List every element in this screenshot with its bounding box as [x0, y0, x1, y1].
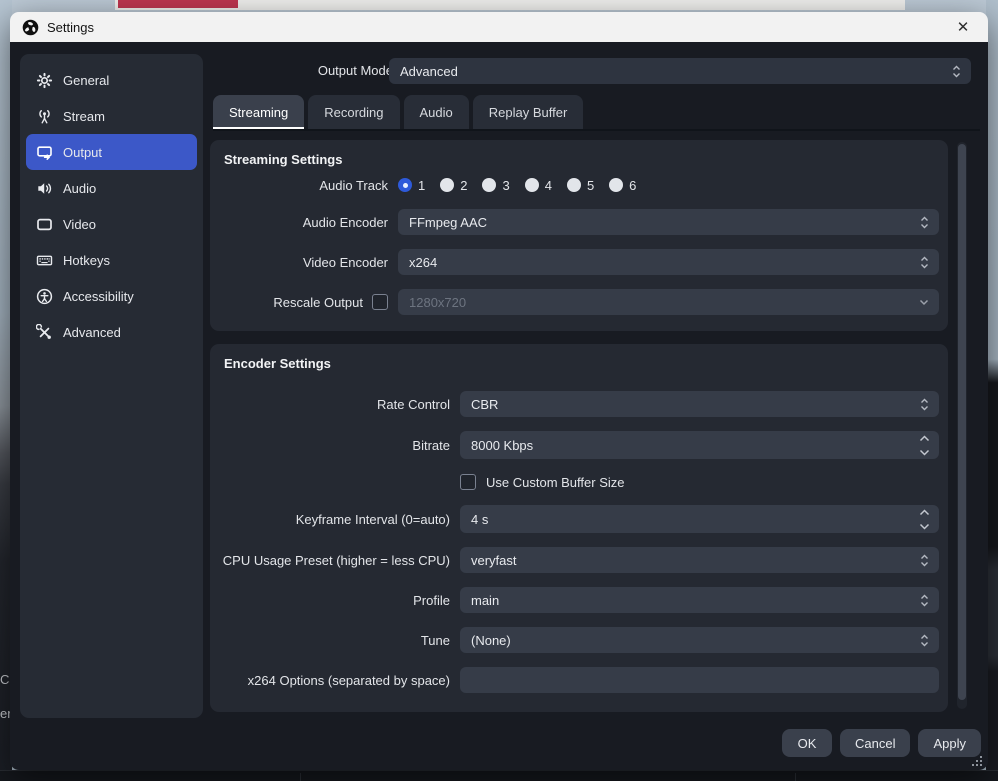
cancel-button[interactable]: Cancel [840, 729, 910, 757]
scrollbar-thumb[interactable] [958, 144, 966, 700]
audio-encoder-label: Audio Encoder [210, 215, 388, 230]
window-title: Settings [47, 20, 94, 35]
audio-track-label: Audio Track [210, 178, 388, 193]
tune-label: Tune [210, 633, 450, 648]
sidebar-item-label: Audio [63, 181, 96, 196]
spinner-arrows-icon[interactable] [947, 65, 965, 78]
keyframe-interval-spinbox[interactable]: 4 s [460, 505, 939, 533]
spinner-arrows-icon[interactable] [915, 554, 933, 567]
radio-icon[interactable] [609, 178, 623, 192]
radio-icon[interactable] [525, 178, 539, 192]
encoder-settings-panel: Encoder Settings Rate Control CBR Bitrat… [210, 344, 948, 712]
ok-button[interactable]: OK [782, 729, 832, 757]
spinner-arrows-icon[interactable] [915, 594, 933, 607]
radio-icon[interactable] [482, 178, 496, 192]
rescale-output-checkbox[interactable] [372, 294, 388, 310]
background-divider [795, 773, 796, 781]
settings-dialog: Settings ✕ General Stream Output Audio [10, 12, 988, 770]
sidebar-item-audio[interactable]: Audio [26, 170, 197, 206]
background-red-bar [118, 0, 238, 8]
rescale-output-label: Rescale Output [273, 295, 363, 310]
sidebar-item-label: Advanced [63, 325, 121, 340]
video-encoder-label: Video Encoder [210, 255, 388, 270]
spinner-arrows-icon[interactable] [915, 398, 933, 411]
spinner-arrows-icon[interactable] [915, 634, 933, 647]
custom-buffer-checkbox[interactable] [460, 474, 476, 490]
sidebar-item-video[interactable]: Video [26, 206, 197, 242]
spinner-arrows-icon[interactable] [915, 256, 933, 269]
sidebar-item-label: Video [63, 217, 96, 232]
sidebar-item-output[interactable]: Output [26, 134, 197, 170]
sidebar-item-hotkeys[interactable]: Hotkeys [26, 242, 197, 278]
resize-grip[interactable] [972, 756, 983, 767]
tab-recording[interactable]: Recording [308, 95, 399, 129]
radio-track-4[interactable]: 4 [525, 178, 552, 193]
vertical-scrollbar[interactable] [957, 142, 967, 709]
sidebar-item-label: Stream [63, 109, 105, 124]
speaker-icon [36, 180, 53, 197]
radio-track-1[interactable]: 1 [398, 178, 425, 193]
dialog-body: General Stream Output Audio Video Hotkey… [10, 42, 988, 770]
rescale-resolution-select[interactable]: 1280x720 [398, 289, 939, 315]
footer-buttons: OK Cancel Apply [10, 729, 981, 757]
output-tabbar: Streaming Recording Audio Replay Buffer [213, 95, 980, 131]
sidebar-item-label: Accessibility [63, 289, 134, 304]
broadcast-icon [36, 108, 53, 125]
audio-encoder-select[interactable]: FFmpeg AAC [398, 209, 939, 235]
display-icon [36, 216, 53, 233]
panel-title: Encoder Settings [224, 356, 948, 371]
titlebar[interactable]: Settings ✕ [10, 12, 988, 42]
output-mode-label: Output Mode [318, 58, 393, 84]
apply-button[interactable]: Apply [918, 729, 981, 757]
sidebar-item-label: Hotkeys [63, 253, 110, 268]
bitrate-spinbox[interactable]: 8000 Kbps [460, 431, 939, 459]
x264-options-field-wrap [460, 667, 939, 693]
radio-icon[interactable] [398, 178, 412, 192]
rate-control-label: Rate Control [210, 397, 450, 412]
keyboard-icon [36, 252, 53, 269]
bitrate-label: Bitrate [210, 438, 450, 453]
audio-track-radio-group: 1 2 3 4 5 6 [398, 178, 939, 193]
x264-options-input[interactable] [460, 667, 939, 693]
spinner-arrows-icon[interactable] [915, 435, 933, 456]
x264-options-label: x264 Options (separated by space) [210, 673, 450, 688]
sidebar-item-label: Output [63, 145, 102, 160]
background-divider [300, 773, 301, 781]
profile-select[interactable]: main [460, 587, 939, 613]
tools-icon [36, 324, 53, 341]
video-encoder-select[interactable]: x264 [398, 249, 939, 275]
keyframe-interval-label: Keyframe Interval (0=auto) [210, 512, 450, 527]
output-mode-row: Output Mode Advanced [10, 58, 988, 84]
radio-track-5[interactable]: 5 [567, 178, 594, 193]
sidebar: General Stream Output Audio Video Hotkey… [20, 54, 203, 718]
radio-track-3[interactable]: 3 [482, 178, 509, 193]
panel-title: Streaming Settings [224, 152, 948, 167]
chevron-down-icon[interactable] [915, 299, 933, 306]
streaming-settings-panel: Streaming Settings Audio Track 1 2 3 4 5… [210, 140, 948, 331]
radio-icon[interactable] [440, 178, 454, 192]
tune-select[interactable]: (None) [460, 627, 939, 653]
tab-replay-buffer[interactable]: Replay Buffer [473, 95, 584, 129]
tab-streaming[interactable]: Streaming [213, 95, 304, 129]
rate-control-select[interactable]: CBR [460, 391, 939, 417]
sidebar-item-accessibility[interactable]: Accessibility [26, 278, 197, 314]
tab-audio[interactable]: Audio [404, 95, 469, 129]
background-bottom-strip [0, 770, 998, 781]
spinner-arrows-icon[interactable] [915, 509, 933, 530]
close-icon[interactable]: ✕ [950, 15, 976, 39]
output-icon [36, 144, 53, 161]
sidebar-item-advanced[interactable]: Advanced [26, 314, 197, 350]
cpu-preset-label: CPU Usage Preset (higher = less CPU) [210, 553, 450, 568]
radio-track-6[interactable]: 6 [609, 178, 636, 193]
accessibility-icon [36, 288, 53, 305]
spinner-arrows-icon[interactable] [915, 216, 933, 229]
sidebar-item-stream[interactable]: Stream [26, 98, 197, 134]
custom-buffer-label: Use Custom Buffer Size [486, 475, 624, 490]
cpu-preset-select[interactable]: veryfast [460, 547, 939, 573]
radio-track-2[interactable]: 2 [440, 178, 467, 193]
output-mode-select[interactable]: Advanced [389, 58, 971, 84]
radio-icon[interactable] [567, 178, 581, 192]
profile-label: Profile [210, 593, 450, 608]
obs-logo-icon [22, 19, 39, 36]
